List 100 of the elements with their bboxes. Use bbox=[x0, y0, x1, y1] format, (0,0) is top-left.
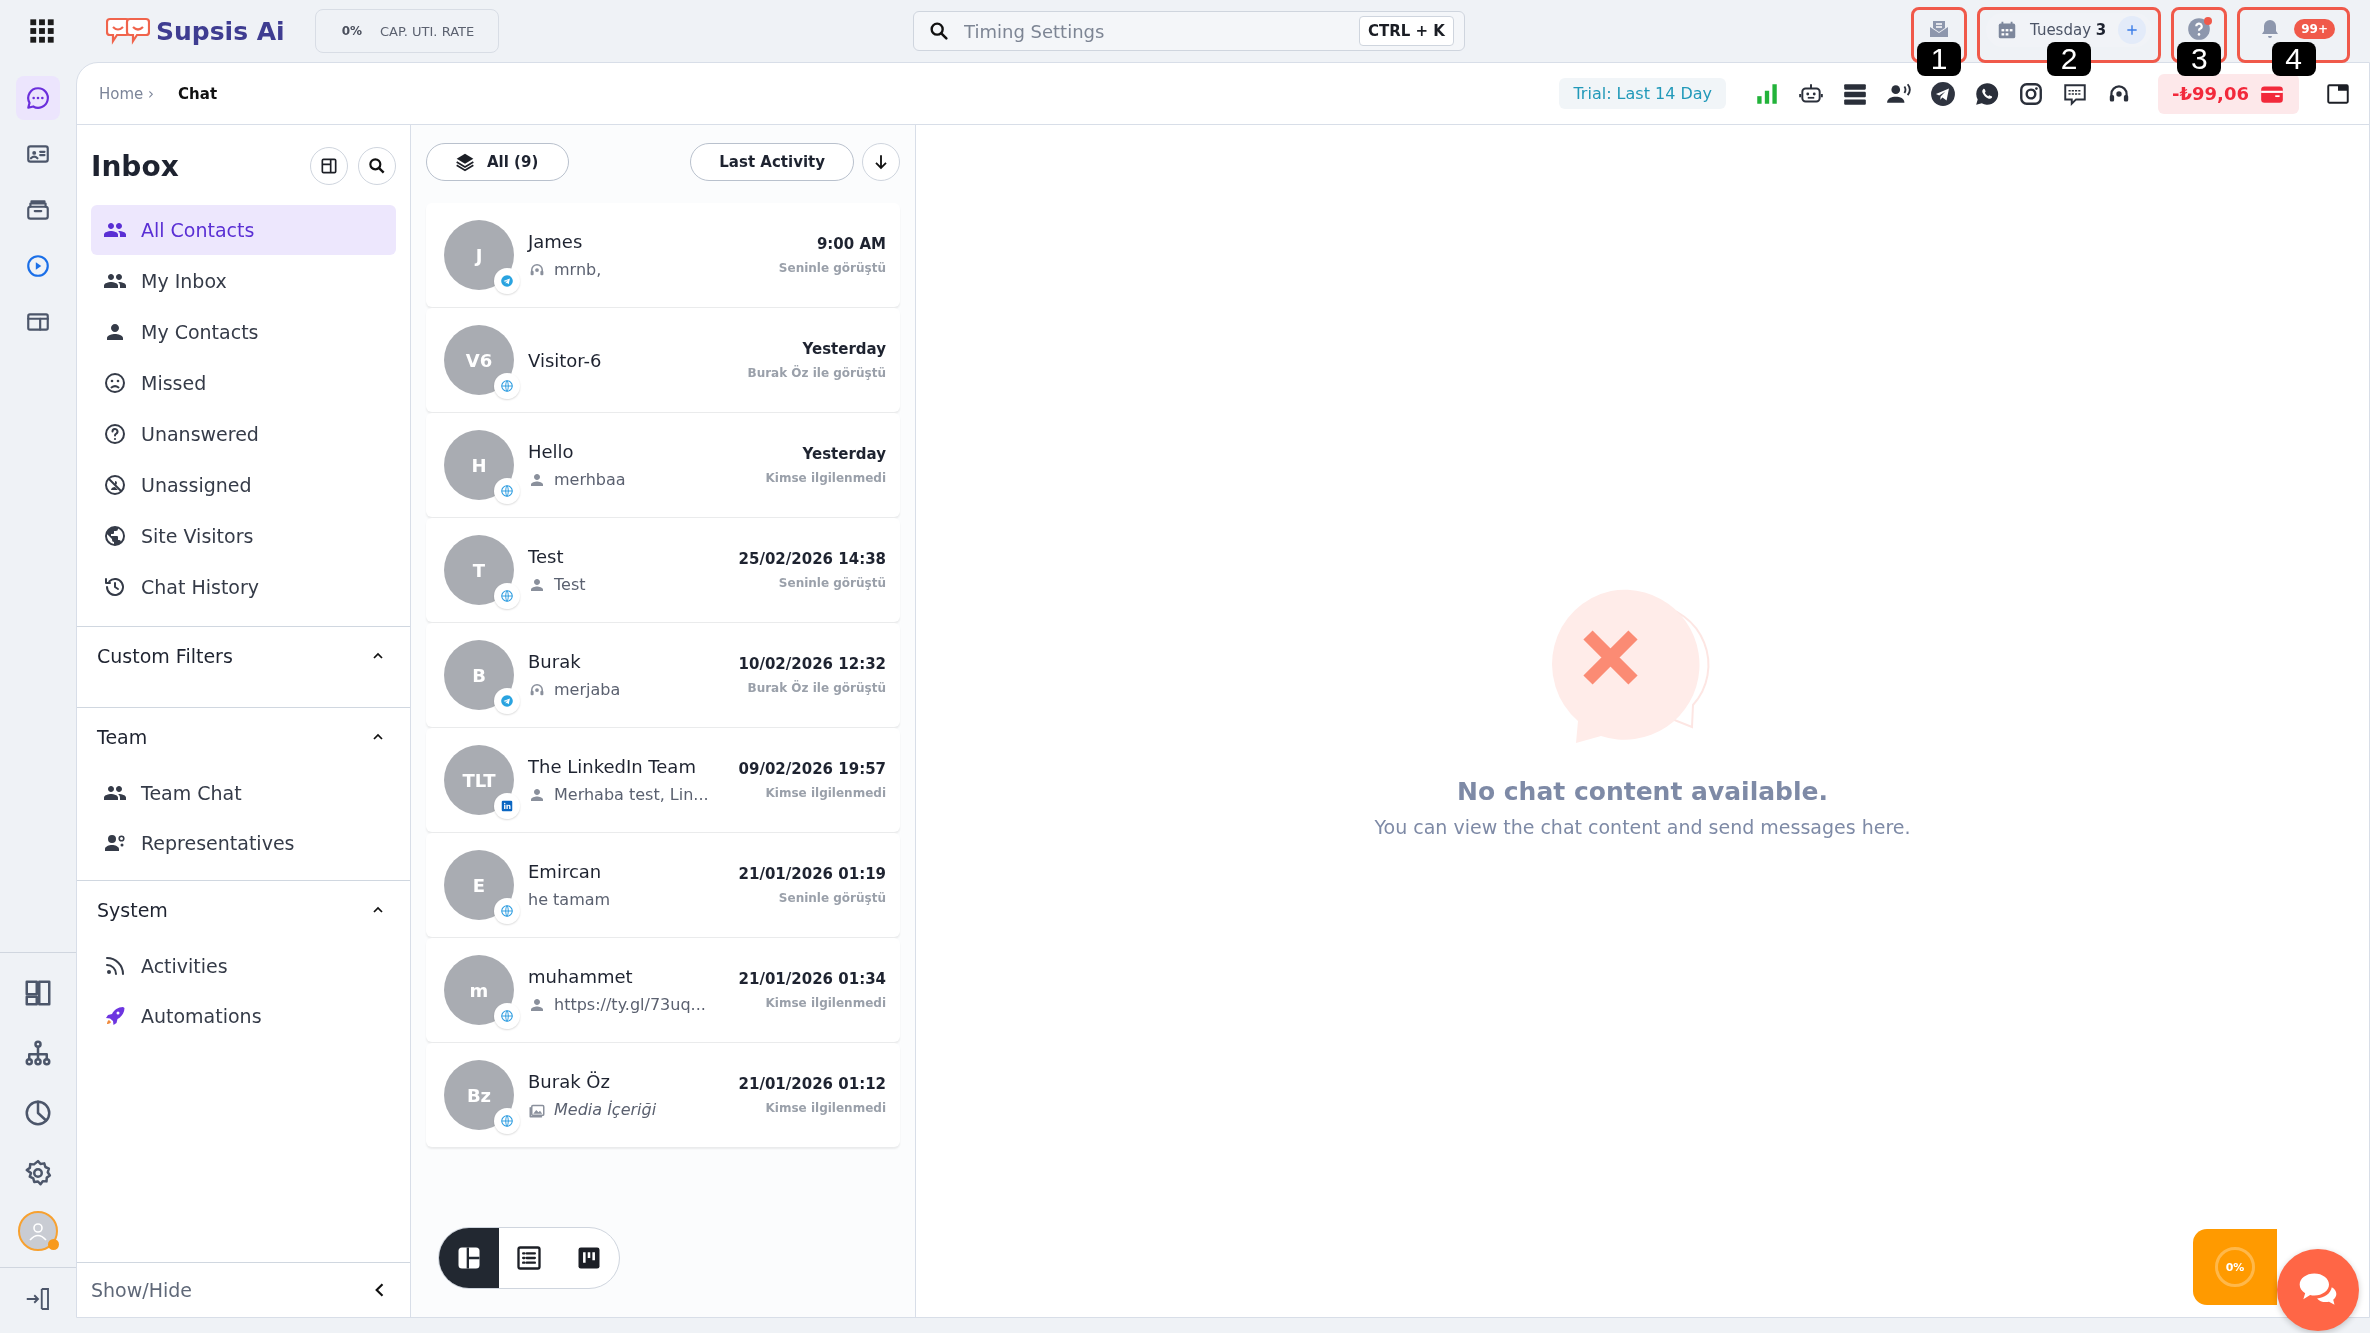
sort-direction-button[interactable] bbox=[862, 143, 900, 181]
conversation-status: Kimse ilgilenmedi bbox=[765, 1101, 886, 1115]
trial-badge: Trial: Last 14 Day bbox=[1559, 78, 1727, 109]
empty-state-title: No chat content available. bbox=[1456, 777, 1829, 806]
shortcut-key: CTRL + K bbox=[1359, 16, 1454, 46]
message-preview: Test bbox=[554, 575, 586, 594]
inbox-filter-item[interactable]: Chat History bbox=[91, 562, 396, 612]
dashboard-icon bbox=[23, 978, 53, 1008]
conversation-item[interactable]: m muhammet https://ty.gl/73uq... 21/01/2026 01:34 Kimse ilgilenmedi bbox=[426, 938, 900, 1042]
inbox-filter-item[interactable]: Site Visitors bbox=[91, 511, 396, 561]
show-hide-link[interactable]: Show/Hide bbox=[91, 1279, 192, 1301]
plus-icon bbox=[2125, 23, 2140, 37]
telegram-icon bbox=[500, 274, 514, 288]
globe-icon bbox=[500, 484, 514, 498]
globe-icon bbox=[103, 524, 127, 548]
layers-icon bbox=[455, 152, 475, 172]
section-title: Team bbox=[97, 726, 148, 748]
conversation-time: 21/01/2026 01:12 bbox=[738, 1075, 886, 1093]
chat-launcher-button[interactable] bbox=[2277, 1249, 2359, 1331]
conversation-time: 10/02/2026 12:32 bbox=[738, 655, 886, 673]
conversation-status: Seninle görüştü bbox=[778, 261, 886, 275]
capacity-rate-chip: 0% CAP. UTI. RATE bbox=[314, 9, 500, 53]
contact-name: Hello bbox=[528, 441, 575, 462]
breadcrumb-link[interactable]: Home › bbox=[99, 84, 155, 103]
question-icon bbox=[103, 422, 127, 446]
play-icon bbox=[25, 253, 51, 279]
message-preview: mrnb, bbox=[554, 260, 602, 279]
conversation-item[interactable]: E Emircan he tamam 21/01/2026 01:19 Seninle görüştü bbox=[426, 833, 900, 937]
layout-toggle-button[interactable] bbox=[310, 147, 348, 185]
conversation-status: Seninle görüştü bbox=[778, 891, 886, 905]
contact-name: Emircan bbox=[528, 861, 603, 882]
search-button[interactable] bbox=[358, 147, 396, 185]
chat-icon bbox=[25, 85, 51, 111]
search-field[interactable]: Timing Settings bbox=[962, 19, 1347, 43]
sad-face-icon bbox=[103, 371, 127, 395]
conversation-item[interactable]: B Burak merjaba 10/02/2026 12:32 Burak Öz ile görüştü bbox=[426, 623, 900, 727]
unassigned-icon bbox=[103, 473, 127, 497]
conversation-time: 21/01/2026 01:19 bbox=[738, 865, 886, 883]
conversation-status: Kimse ilgilenmedi bbox=[765, 471, 886, 485]
telegram-icon bbox=[500, 694, 514, 708]
rail-nav-button[interactable] bbox=[16, 76, 60, 120]
globe-icon bbox=[500, 379, 514, 393]
conversation-status: Kimse ilgilenmedi bbox=[765, 996, 886, 1010]
conversation-time: 09/02/2026 19:57 bbox=[738, 760, 886, 778]
contact-name: muhammet bbox=[528, 966, 634, 987]
sort-button[interactable]: Last Activity bbox=[690, 143, 854, 181]
section-title: System bbox=[97, 899, 168, 921]
inbox-filter-item[interactable]: All Contacts bbox=[91, 205, 396, 255]
conversation-status: Burak Öz ile görüştü bbox=[747, 366, 886, 380]
contact-name: Visitor-6 bbox=[528, 349, 603, 371]
globe-icon bbox=[500, 589, 514, 603]
conversation-status: Kimse ilgilenmedi bbox=[765, 786, 886, 800]
conversation-item[interactable]: J James mrnb, 9:00 AM Seninle görüştü bbox=[426, 203, 900, 307]
conversation-item[interactable]: T Test Test 25/02/2026 14:38 Seninle görüştü bbox=[426, 518, 900, 622]
instagram-icon[interactable] bbox=[2018, 80, 2045, 107]
layout-icon bbox=[319, 156, 339, 176]
search-bar[interactable]: Timing Settings CTRL + K bbox=[913, 11, 1465, 51]
balance-amount: -₺99,06 bbox=[2172, 83, 2249, 104]
filter-button[interactable]: All (9) bbox=[426, 143, 570, 181]
message-preview: Merhaba test, Lin... bbox=[554, 785, 709, 804]
inbox-filter-item[interactable]: My Inbox bbox=[91, 256, 396, 306]
conversation-status: Burak Öz ile görüştü bbox=[747, 681, 886, 695]
sitemap-icon bbox=[23, 1038, 53, 1068]
linkedin-icon bbox=[500, 799, 514, 813]
inbox-filter-item[interactable]: Activities bbox=[91, 941, 396, 991]
conversation-item[interactable]: V6 Visitor-6 Yesterday Burak Öz ile görüştü bbox=[426, 308, 900, 412]
whatsapp-icon[interactable] bbox=[1974, 80, 2001, 107]
message-preview: Media İçeriği bbox=[554, 1100, 657, 1119]
telegram-icon[interactable] bbox=[1930, 80, 1957, 107]
inbox-filter-item[interactable]: Automations bbox=[91, 991, 396, 1041]
globe-icon bbox=[500, 1114, 514, 1128]
apps-grid-icon[interactable] bbox=[28, 17, 56, 45]
inbox-filter-item[interactable]: Representatives bbox=[91, 818, 396, 868]
search-icon bbox=[928, 20, 950, 42]
history-icon bbox=[103, 575, 127, 599]
help-icon bbox=[2186, 16, 2213, 42]
conversation-status: Seninle görüştü bbox=[778, 576, 886, 590]
conversation-time: 9:00 AM bbox=[816, 235, 886, 253]
list-icon bbox=[515, 1244, 543, 1272]
conversation-item[interactable]: TLT The LinkedIn Team Merhaba test, Lin... 09/02/2026 19:57 Kimse ilgilenmedi bbox=[426, 728, 900, 832]
panel-title: Inbox bbox=[91, 149, 179, 183]
feed-icon bbox=[103, 954, 127, 978]
message-preview: merhbaa bbox=[554, 470, 626, 489]
message-preview: https://ty.gl/73uq... bbox=[554, 995, 706, 1014]
contact-name: Burak bbox=[528, 651, 582, 672]
board-view-button[interactable] bbox=[439, 1228, 499, 1288]
inbox-filter-item[interactable]: Team Chat bbox=[91, 768, 396, 818]
conversation-item[interactable]: H Hello merhbaa Yesterday Kimse ilgilenmedi bbox=[426, 413, 900, 517]
empty-state-text: You can view the chat content and send messages here. bbox=[1374, 816, 1911, 838]
inbox-filter-item[interactable]: Unanswered bbox=[91, 409, 396, 459]
date-text: Tuesday 3 bbox=[2030, 21, 2107, 39]
inbox-filter-item[interactable]: Missed bbox=[91, 358, 396, 408]
inbox-filter-item[interactable]: My Contacts bbox=[91, 307, 396, 357]
progress-ring: 0% bbox=[2215, 1247, 2255, 1287]
notification-count: 99+ bbox=[2294, 19, 2335, 39]
conversation-item[interactable]: Bz Burak Öz Media İçeriği 21/01/2026 01:12 Kimse ilgilenmedi bbox=[426, 1043, 900, 1147]
calendar-icon bbox=[1996, 19, 2018, 41]
inbox-filter-item[interactable]: Unassigned bbox=[91, 460, 396, 510]
breadcrumb-current: Chat bbox=[178, 84, 218, 103]
contact-name: James bbox=[528, 231, 584, 252]
